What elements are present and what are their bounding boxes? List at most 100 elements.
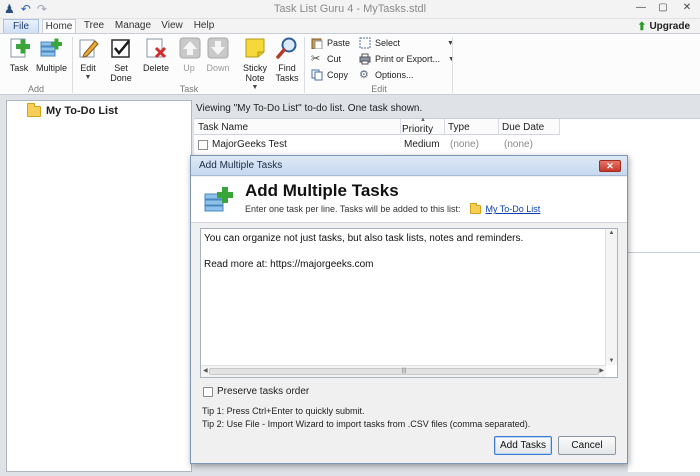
tasks-textarea[interactable]: You can organize not just tasks, but als… bbox=[200, 228, 618, 378]
checkbox-done-icon bbox=[109, 36, 133, 60]
dialog-header: Add Multiple Tasks Enter one task per li… bbox=[191, 177, 627, 223]
column-header-type[interactable]: Type bbox=[448, 122, 470, 133]
column-divider bbox=[400, 119, 401, 135]
scroll-up-icon[interactable]: ▲ bbox=[606, 230, 617, 236]
options-button[interactable]: ⚙ Options... bbox=[359, 69, 414, 81]
scroll-right-icon[interactable]: ▶ bbox=[599, 367, 604, 374]
preserve-order-checkbox[interactable] bbox=[203, 386, 213, 397]
edit-group-label: Edit bbox=[371, 84, 387, 94]
upgrade-label: Upgrade bbox=[649, 21, 690, 32]
pencil-icon bbox=[76, 36, 100, 60]
add-multiple-button[interactable]: Multiple bbox=[36, 36, 68, 73]
clipboard-icon bbox=[311, 37, 323, 49]
down-arrow-icon bbox=[206, 36, 230, 60]
dialog-title-bar: Add Multiple Tasks ✕ bbox=[191, 156, 627, 176]
tab-help[interactable]: Help bbox=[192, 19, 216, 33]
delete-icon bbox=[144, 36, 168, 60]
upgrade-button[interactable]: ⬆ Upgrade bbox=[637, 20, 690, 33]
add-multiple-icon bbox=[203, 184, 235, 216]
ribbon-separator bbox=[72, 37, 73, 93]
edit-button[interactable]: Edit ▼ bbox=[76, 36, 100, 83]
paste-button[interactable]: Paste bbox=[311, 37, 350, 49]
add-multiple-tasks-dialog: Add Multiple Tasks ✕ Add Multiple Tasks … bbox=[190, 155, 628, 464]
sticky-note-icon bbox=[243, 36, 267, 60]
tasks-textarea-content: You can organize not just tasks, but als… bbox=[204, 233, 524, 270]
tab-file[interactable]: File bbox=[3, 19, 39, 33]
up-label: Up bbox=[183, 63, 195, 73]
task-group-label: Task bbox=[179, 84, 199, 94]
ribbon: Task Multiple Add Edit ▼ Set Done Delete… bbox=[0, 33, 700, 95]
horizontal-scrollbar[interactable]: ◀ ||| ▶ bbox=[201, 365, 606, 377]
window-title: Task List Guru 4 - MyTasks.stdl bbox=[273, 3, 427, 15]
column-divider bbox=[444, 119, 445, 135]
printer-icon bbox=[359, 53, 371, 65]
preserve-order-option[interactable]: Preserve tasks order bbox=[203, 386, 309, 397]
tree-item-my-to-do-list[interactable]: My To-Do List bbox=[27, 102, 118, 117]
print-export-label: Print or Export... bbox=[375, 54, 441, 64]
table-row[interactable]: MajorGeeks Test Medium (none) (none) bbox=[194, 136, 560, 152]
set-label: Set bbox=[114, 63, 128, 73]
sort-ascending-icon: ▲ bbox=[420, 117, 426, 123]
copy-label: Copy bbox=[327, 70, 349, 80]
move-down-button[interactable]: Down bbox=[206, 36, 230, 73]
tip-2: Tip 2: Use File - Import Wizard to impor… bbox=[202, 419, 531, 429]
delete-button[interactable]: Delete bbox=[142, 36, 170, 73]
type-cell: (none) bbox=[450, 139, 479, 150]
dialog-close-button[interactable]: ✕ bbox=[599, 160, 621, 172]
dialog-title: Add Multiple Tasks bbox=[199, 160, 283, 171]
copy-button[interactable]: Copy bbox=[311, 69, 348, 81]
details-panel bbox=[628, 252, 700, 472]
folder-icon bbox=[27, 102, 41, 117]
add-task-button[interactable]: Task bbox=[6, 36, 32, 73]
find-tasks-button[interactable]: Find Tasks bbox=[275, 36, 299, 83]
select-label: Select bbox=[375, 38, 401, 48]
vertical-scrollbar[interactable]: ▲ ▼ bbox=[605, 229, 617, 365]
down-label: Down bbox=[206, 63, 230, 73]
grid-header: Task Name Priority ▲ Type Due Date bbox=[194, 117, 560, 135]
tab-tree[interactable]: Tree bbox=[82, 19, 106, 33]
print-export-button[interactable]: Print or Export... ▼ bbox=[359, 53, 455, 65]
maximize-button[interactable]: ▢ bbox=[652, 0, 674, 17]
close-window-button[interactable]: ✕ bbox=[674, 0, 700, 17]
up-arrow-icon bbox=[178, 36, 202, 60]
copy-icon bbox=[311, 69, 323, 81]
viewing-status: Viewing "My To-Do List" to-do list. One … bbox=[196, 103, 423, 114]
task-checkbox[interactable] bbox=[198, 140, 208, 150]
target-list-link[interactable]: My To-Do List bbox=[485, 204, 540, 214]
task-name-cell: MajorGeeks Test bbox=[212, 139, 287, 150]
column-header-task-name[interactable]: Task Name bbox=[198, 122, 248, 133]
ribbon-separator bbox=[304, 37, 305, 93]
add-multiple-label: Multiple bbox=[36, 63, 68, 73]
cancel-button[interactable]: Cancel bbox=[558, 436, 616, 455]
tab-home[interactable]: Home bbox=[42, 19, 76, 34]
set-done-button[interactable]: Set Done bbox=[108, 36, 134, 83]
column-header-due-date[interactable]: Due Date bbox=[502, 122, 544, 133]
add-task-label: Task bbox=[9, 63, 29, 73]
sticky-label: Sticky bbox=[242, 63, 267, 73]
cut-button[interactable]: ✂ Cut bbox=[311, 53, 341, 65]
tasks-label: Tasks bbox=[275, 73, 299, 83]
preserve-order-label: Preserve tasks order bbox=[217, 386, 310, 397]
tree-item-label: My To-Do List bbox=[46, 105, 118, 117]
tab-view[interactable]: View bbox=[160, 19, 184, 33]
dialog-subtitle-row: Enter one task per line. Tasks will be a… bbox=[245, 202, 540, 214]
column-header-priority[interactable]: Priority bbox=[402, 124, 433, 135]
scissors-icon: ✂ bbox=[311, 53, 321, 65]
select-button[interactable]: Select ▼ bbox=[359, 37, 454, 49]
scrollbar-thumb[interactable]: ||| bbox=[209, 368, 599, 375]
tab-manage[interactable]: Manage bbox=[114, 19, 152, 33]
note-label: Note bbox=[245, 73, 265, 83]
options-label: Options... bbox=[375, 70, 414, 80]
add-task-icon bbox=[7, 36, 31, 60]
add-tasks-button[interactable]: Add Tasks bbox=[494, 436, 552, 455]
done-label: Done bbox=[110, 73, 132, 83]
minimize-button[interactable]: — bbox=[630, 0, 652, 17]
edit-dropdown-icon: ▼ bbox=[84, 74, 92, 81]
dialog-heading: Add Multiple Tasks bbox=[245, 181, 399, 200]
scroll-down-icon[interactable]: ▼ bbox=[606, 358, 617, 364]
delete-label: Delete bbox=[142, 63, 169, 73]
move-up-button[interactable]: Up bbox=[178, 36, 202, 73]
select-icon bbox=[359, 37, 371, 49]
scroll-left-icon[interactable]: ◀ bbox=[203, 367, 208, 374]
add-group-label: Add bbox=[27, 84, 44, 94]
